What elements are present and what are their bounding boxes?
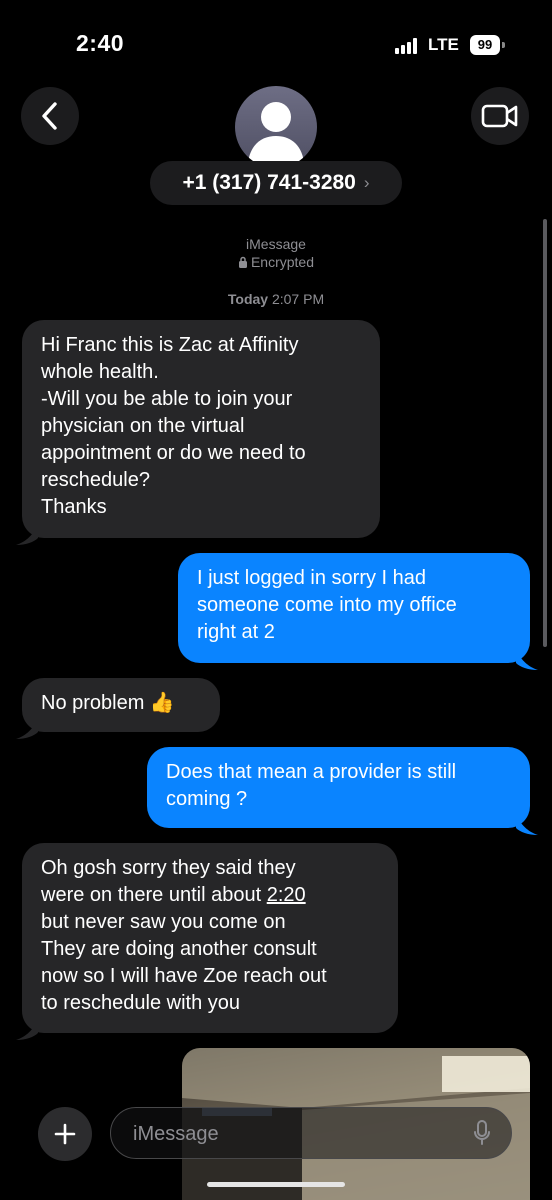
back-chevron-icon: [42, 102, 57, 130]
message-line: physician on the virtual: [41, 415, 245, 437]
message-line: -Will you be able to join your: [41, 388, 293, 410]
message-bubble-sent[interactable]: I just logged in sorry I had someone com…: [178, 553, 530, 663]
battery-icon: 99: [470, 35, 505, 55]
bubble-tail: [16, 718, 38, 739]
message-line: to reschedule with you: [41, 992, 241, 1014]
encryption-text: Encrypted: [250, 254, 315, 270]
message-line: now so I will have Zoe reach out: [41, 965, 327, 987]
back-button[interactable]: [21, 87, 79, 145]
message-bubble-sent[interactable]: Does that mean a provider is still comin…: [147, 747, 530, 828]
message-bubble-received[interactable]: Hi Franc this is Zac at Affinity whole h…: [22, 320, 380, 538]
home-indicator[interactable]: [207, 1182, 345, 1187]
apps-plus-button[interactable]: [38, 1107, 92, 1161]
bubble-tail: [516, 649, 538, 670]
message-line: whole health.: [41, 361, 159, 383]
bubble-tail: [16, 1019, 38, 1040]
message-text: were on there until about: [41, 884, 262, 906]
message-line: but never saw you come on: [41, 911, 286, 933]
message-line: Thanks: [41, 496, 107, 518]
facetime-video-button[interactable]: [471, 87, 529, 145]
network-type: LTE: [428, 35, 459, 54]
message-line: Hi Franc this is Zac at Affinity: [41, 334, 299, 356]
encryption-label: Encrypted: [0, 254, 552, 270]
timestamp: Today 2:07 PM: [0, 291, 552, 307]
message-line: appointment or do we need to: [41, 442, 306, 464]
message-line: No problem 👍: [41, 692, 175, 714]
message-line: Does that mean a provider is still: [166, 761, 457, 783]
message-line: I just logged in sorry I had: [197, 567, 427, 589]
timestamp-time: 2:07 PM: [271, 291, 325, 307]
video-camera-icon: [481, 104, 518, 128]
contact-avatar[interactable]: [235, 86, 317, 168]
timestamp-day: Today: [227, 291, 269, 307]
time-link[interactable]: 2:20: [267, 884, 306, 906]
lock-icon: [238, 256, 247, 268]
message-bubble-received[interactable]: No problem 👍: [22, 678, 220, 732]
contact-number: +1 (317) 741-3280: [182, 171, 356, 194]
service-label: iMessage: [246, 236, 306, 252]
message-line: someone come into my office: [197, 594, 457, 616]
chevron-right-icon: ›: [363, 173, 370, 192]
message-line: were on there until about 2:20: [41, 882, 379, 909]
message-line: reschedule?: [41, 469, 150, 491]
cellular-signal-icon: [395, 38, 421, 54]
message-line: They are doing another consult: [41, 938, 317, 960]
message-line: coming ?: [166, 788, 248, 810]
message-input[interactable]: [131, 1119, 455, 1149]
message-input-bar[interactable]: [110, 1107, 512, 1159]
person-avatar-icon: [248, 102, 304, 162]
message-line: Oh gosh sorry they said they: [41, 857, 296, 879]
bubble-tail: [16, 524, 38, 545]
status-time: 2:40: [76, 30, 125, 56]
battery-level: 99: [470, 35, 500, 55]
message-line: right at 2: [197, 621, 275, 643]
message-bubble-received[interactable]: Oh gosh sorry they said they were on the…: [22, 843, 398, 1033]
scrollbar[interactable]: [543, 219, 547, 647]
contact-name-button[interactable]: +1 (317) 741-3280 ›: [150, 161, 402, 205]
plus-icon: [54, 1123, 76, 1145]
microphone-icon[interactable]: [473, 1120, 491, 1146]
bubble-tail: [516, 814, 538, 835]
